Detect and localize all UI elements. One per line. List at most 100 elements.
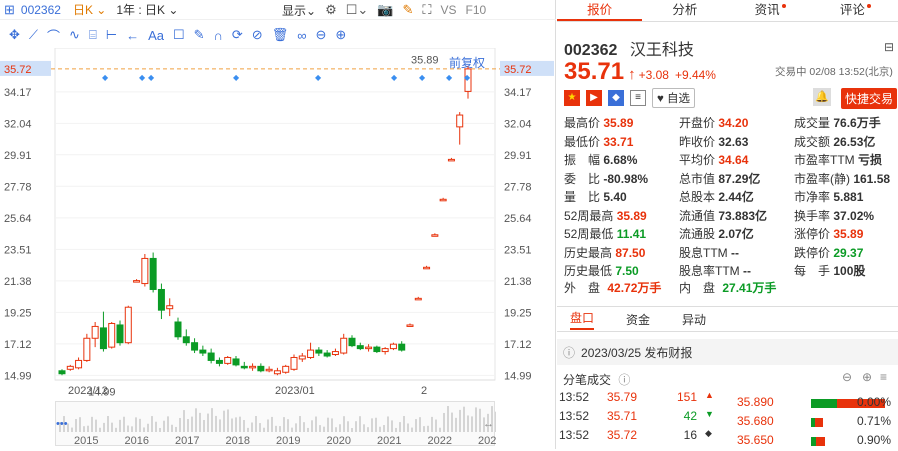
candle-body [116,324,124,344]
quick-trade-button[interactable]: 快捷交易 [841,88,898,109]
navigator-volume-bar [139,418,141,432]
navigator-volume-bar [235,417,237,432]
plus-icon[interactable]: ⊕ [862,370,872,384]
period-selector[interactable]: 日K ⌄ [73,1,106,18]
y-tick-label-left: 32.04 [4,118,32,130]
tab-comments[interactable]: 评论 [813,0,898,21]
help-icon[interactable]: ⓘ [618,373,630,387]
quote-field-value: 87.50 [612,245,646,260]
y-tick-label-right: 32.04 [504,118,532,130]
tick-direction-icon: ▼ [705,409,714,419]
crosshair-icon[interactable]: ✥ [9,27,20,43]
tab-analysis-label: 分析 [672,3,698,17]
candle-body [373,346,381,353]
navigator-volume-bar [367,427,369,432]
navigator-volume-bar [183,410,185,432]
quote-field-label: 平均价 [679,153,716,167]
wave-tool-icon[interactable]: ∿ [69,27,80,43]
notes-icon[interactable]: ≡ [630,90,646,106]
event-marker: ◆ [233,73,240,82]
candle-body [166,305,174,310]
hide-icon[interactable]: ⊘ [252,27,263,43]
time-navigator[interactable]: 2015 2016 2017 2018 2019 2020 2021 2022 2023 [55,401,502,447]
navigator-volume-bar [71,427,73,432]
quote-name: 汉王科技 [629,42,694,59]
tab-news-label: 资讯 [754,3,780,17]
tab-quote[interactable]: 报价 [557,0,643,21]
tab-news[interactable]: 资讯 [728,0,813,21]
measure-tool-icon[interactable]: ⌸ [89,27,97,43]
link-icon[interactable]: ∞ [297,28,306,43]
polyline-tool-icon[interactable]: ⌒ [47,26,60,45]
quote-field-value: 73.883亿 [715,208,768,223]
tick-direction-icon: ◆ [705,428,712,438]
outer-value: 42.72万手 [607,281,662,295]
checkbox-icon[interactable]: ☐⌄ [346,2,369,18]
add-watchlist-button[interactable]: ♥ 自选 [652,88,696,108]
kline-chart[interactable]: 35.72 35.72 34.17 34.17 32.04 32.04 29.91 29.91… [0,48,555,398]
candle-body [108,322,116,348]
quote-field-value: 2.44亿 [715,190,754,204]
brush-tool-icon[interactable]: ✎ [194,27,205,43]
navigator-volume-bar [495,411,497,432]
alert-bell-icon[interactable]: 🔔 [813,88,831,106]
y-tick-label-right: 19.25 [504,307,532,319]
quote-field-value: 5.881 [830,190,864,204]
fullscreen-icon[interactable]: ⛶ [422,2,431,18]
magnet-icon[interactable]: ∩ [214,28,223,43]
zoom-out-icon[interactable]: ⊖ [316,27,327,43]
subtab-movement[interactable]: 异动 [682,311,706,328]
quote-field: 跌停价 29.37 [794,246,863,261]
text-tool-icon[interactable]: Aa [148,28,164,43]
candle-body [174,321,182,338]
collapse-icon[interactable]: ⊟ [884,40,894,54]
subtab-funds[interactable]: 资金 [626,311,650,328]
range-selector[interactable]: 1年 : 日K ⌄ [116,1,178,18]
comment-tool-icon[interactable]: ☐ [173,27,185,43]
period-label: 日K [72,3,93,17]
stock-code-label[interactable]: 002362 [21,3,61,17]
camera-icon[interactable]: 📷 [377,2,393,18]
navigator-volume-bar [299,416,301,432]
quote-field-label: 成交额 [794,134,831,149]
navigator-volume-bar [355,421,357,432]
sync-icon[interactable]: ⟳ [232,27,243,43]
tree-menu-icon[interactable]: ⊞ [4,2,15,18]
settings-icon[interactable]: ⚙ [325,2,337,18]
navigator-volume-bar [407,423,409,432]
f10-button[interactable]: F10 [466,3,487,17]
navigator-volume-bar [435,419,437,432]
quote-field-value: 34.20 [715,116,749,130]
vs-button[interactable]: VS [440,3,456,17]
zoom-in-icon[interactable]: ⊕ [335,27,346,43]
last-price: 35.71 [564,58,625,85]
navigator-volume-bar [371,418,373,432]
quote-field-value: 6.68% [600,153,638,167]
pencil-icon[interactable]: ✎ [402,2,413,18]
tab-analysis[interactable]: 分析 [642,0,727,21]
navigator-volume-bar [459,409,461,432]
navigator-volume-bar [431,416,433,432]
navigator-volume-bar [335,427,337,432]
display-menu[interactable]: 显示⌄ [282,2,316,19]
delete-icon[interactable]: 🗑 [272,27,289,43]
navigator-volume-bar [307,427,309,432]
hot-icon[interactable]: ▶ [586,90,602,106]
subtab-orderbook[interactable]: 盘口 [570,309,595,330]
tick-volume: 42 [683,409,697,423]
range-tool-icon[interactable]: ⊢ [106,27,117,43]
navigator-expand-icon[interactable]: ↔ [483,418,494,430]
navigator-left-handle[interactable]: ••• [56,418,68,430]
quote-tabs: 报价 分析 资讯 评论 [557,0,898,22]
quote-field-label: 市盈率(静) [794,171,850,186]
navigator-volume-bar [203,419,205,432]
minus-icon[interactable]: ⊖ [842,370,852,384]
navigator-volume-bar [331,418,333,432]
more-icon[interactable]: ≡ [880,370,887,384]
tag-icon[interactable]: ◆ [608,90,624,106]
report-text: 2023/03/25 发布财报 [581,345,693,360]
navigator-volume-bar [231,418,233,432]
arrow-tool-icon[interactable]: ← [126,28,139,43]
quote-field-label: 量 比 [564,190,601,204]
line-tool-icon[interactable]: ⟋ [29,27,38,43]
